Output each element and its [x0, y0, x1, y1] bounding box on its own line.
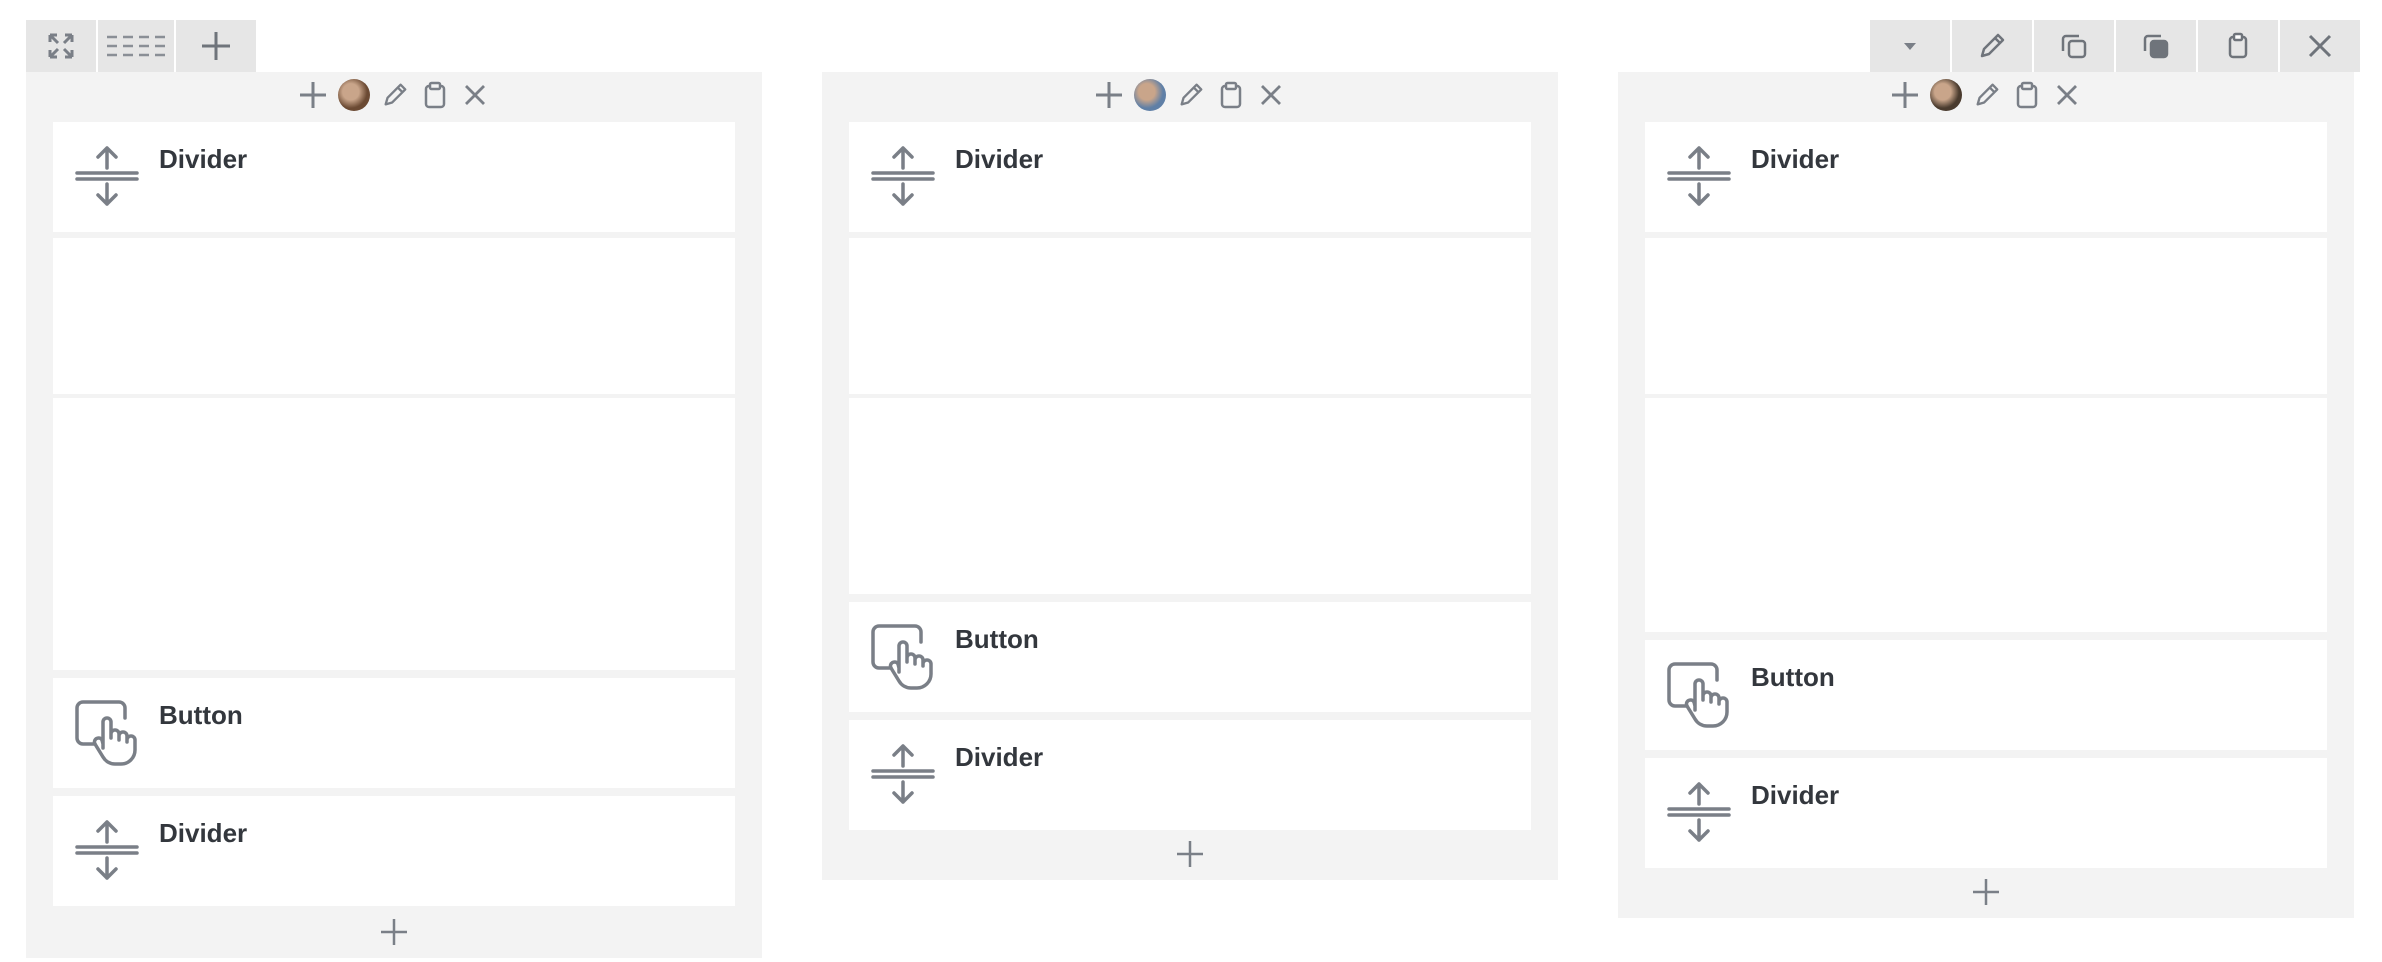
divider-widget-card[interactable]: Divider	[849, 720, 1531, 830]
column-toolbar	[822, 72, 1558, 118]
close-icon[interactable]	[2052, 77, 2082, 113]
widget-label: Divider	[1751, 144, 1840, 174]
column-3: Divider Button Divider	[1618, 72, 2354, 918]
avatar[interactable]	[338, 79, 370, 111]
add-item-icon[interactable]	[298, 77, 328, 113]
paste-icon	[2141, 31, 2171, 61]
widget-label: Button	[159, 700, 243, 730]
close-icon[interactable]	[1256, 77, 1286, 113]
close-button[interactable]	[2280, 20, 2360, 72]
column-toolbar	[1618, 72, 2354, 118]
pencil-icon	[1977, 31, 2007, 61]
divider-icon	[1665, 142, 1733, 210]
clipboard-icon[interactable]	[420, 77, 450, 113]
column-2: Divider Button Divider	[822, 72, 1558, 880]
add-item-icon[interactable]	[1890, 77, 1920, 113]
button-hand-icon	[869, 622, 937, 690]
divider-widget-card[interactable]: Divider	[1645, 758, 2327, 868]
clipboard-icon[interactable]	[2012, 77, 2042, 113]
add-widget-button[interactable]	[822, 832, 1558, 880]
add-item-icon[interactable]	[1094, 77, 1124, 113]
copy-button[interactable]	[2034, 20, 2114, 72]
list-layout-icon	[105, 31, 167, 61]
widget-label: Divider	[955, 144, 1044, 174]
pencil-icon[interactable]	[1972, 77, 2002, 113]
widget-label: Divider	[955, 742, 1044, 772]
divider-icon	[869, 740, 937, 808]
widget-label: Divider	[1751, 780, 1840, 810]
plus-icon	[379, 917, 409, 952]
divider-icon	[73, 816, 141, 884]
button-widget-card[interactable]: Button	[849, 602, 1531, 712]
plus-icon	[1971, 877, 2001, 912]
fullscreen-button[interactable]	[26, 20, 96, 72]
pencil-icon[interactable]	[1176, 77, 1206, 113]
divider-widget-card[interactable]: Divider	[849, 122, 1531, 232]
clipboard-icon[interactable]	[1216, 77, 1246, 113]
divider-icon	[869, 142, 937, 210]
clipboard-icon	[2223, 31, 2253, 61]
pencil-icon[interactable]	[380, 77, 410, 113]
plus-icon	[1175, 839, 1205, 874]
close-icon[interactable]	[460, 77, 490, 113]
divider-widget-card[interactable]: Divider	[53, 122, 735, 232]
paste-button[interactable]	[2116, 20, 2196, 72]
divider-widget-card[interactable]: Divider	[53, 796, 735, 906]
avatar[interactable]	[1930, 79, 1962, 111]
close-icon	[2306, 32, 2334, 60]
empty-widget-card[interactable]	[1645, 398, 2327, 632]
empty-widget-card[interactable]	[53, 238, 735, 394]
add-widget-button[interactable]	[26, 910, 762, 958]
expand-icon	[46, 31, 76, 61]
empty-widget-card[interactable]	[849, 398, 1531, 594]
copy-icon	[2059, 31, 2089, 61]
empty-widget-card[interactable]	[53, 398, 735, 670]
empty-widget-card[interactable]	[849, 238, 1531, 394]
button-widget-card[interactable]: Button	[53, 678, 735, 788]
button-widget-card[interactable]: Button	[1645, 640, 2327, 750]
divider-icon	[1665, 778, 1733, 846]
button-hand-icon	[1665, 660, 1733, 728]
dropdown-button[interactable]	[1870, 20, 1950, 72]
widget-label: Divider	[159, 144, 248, 174]
column-1: Divider Button Divider	[26, 72, 762, 958]
divider-widget-card[interactable]: Divider	[1645, 122, 2327, 232]
widget-label: Divider	[159, 818, 248, 848]
edit-button[interactable]	[1952, 20, 2032, 72]
divider-icon	[73, 142, 141, 210]
layout-button[interactable]	[98, 20, 174, 72]
empty-widget-card[interactable]	[1645, 238, 2327, 394]
avatar[interactable]	[1134, 79, 1166, 111]
widget-label: Button	[955, 624, 1039, 654]
plus-icon	[200, 30, 232, 62]
add-widget-button[interactable]	[1618, 870, 2354, 918]
column-toolbar	[26, 72, 762, 118]
widget-label: Button	[1751, 662, 1835, 692]
chevron-down-icon	[1901, 40, 1919, 52]
clipboard-button[interactable]	[2198, 20, 2278, 72]
add-column-button[interactable]	[176, 20, 256, 72]
button-hand-icon	[73, 698, 141, 766]
